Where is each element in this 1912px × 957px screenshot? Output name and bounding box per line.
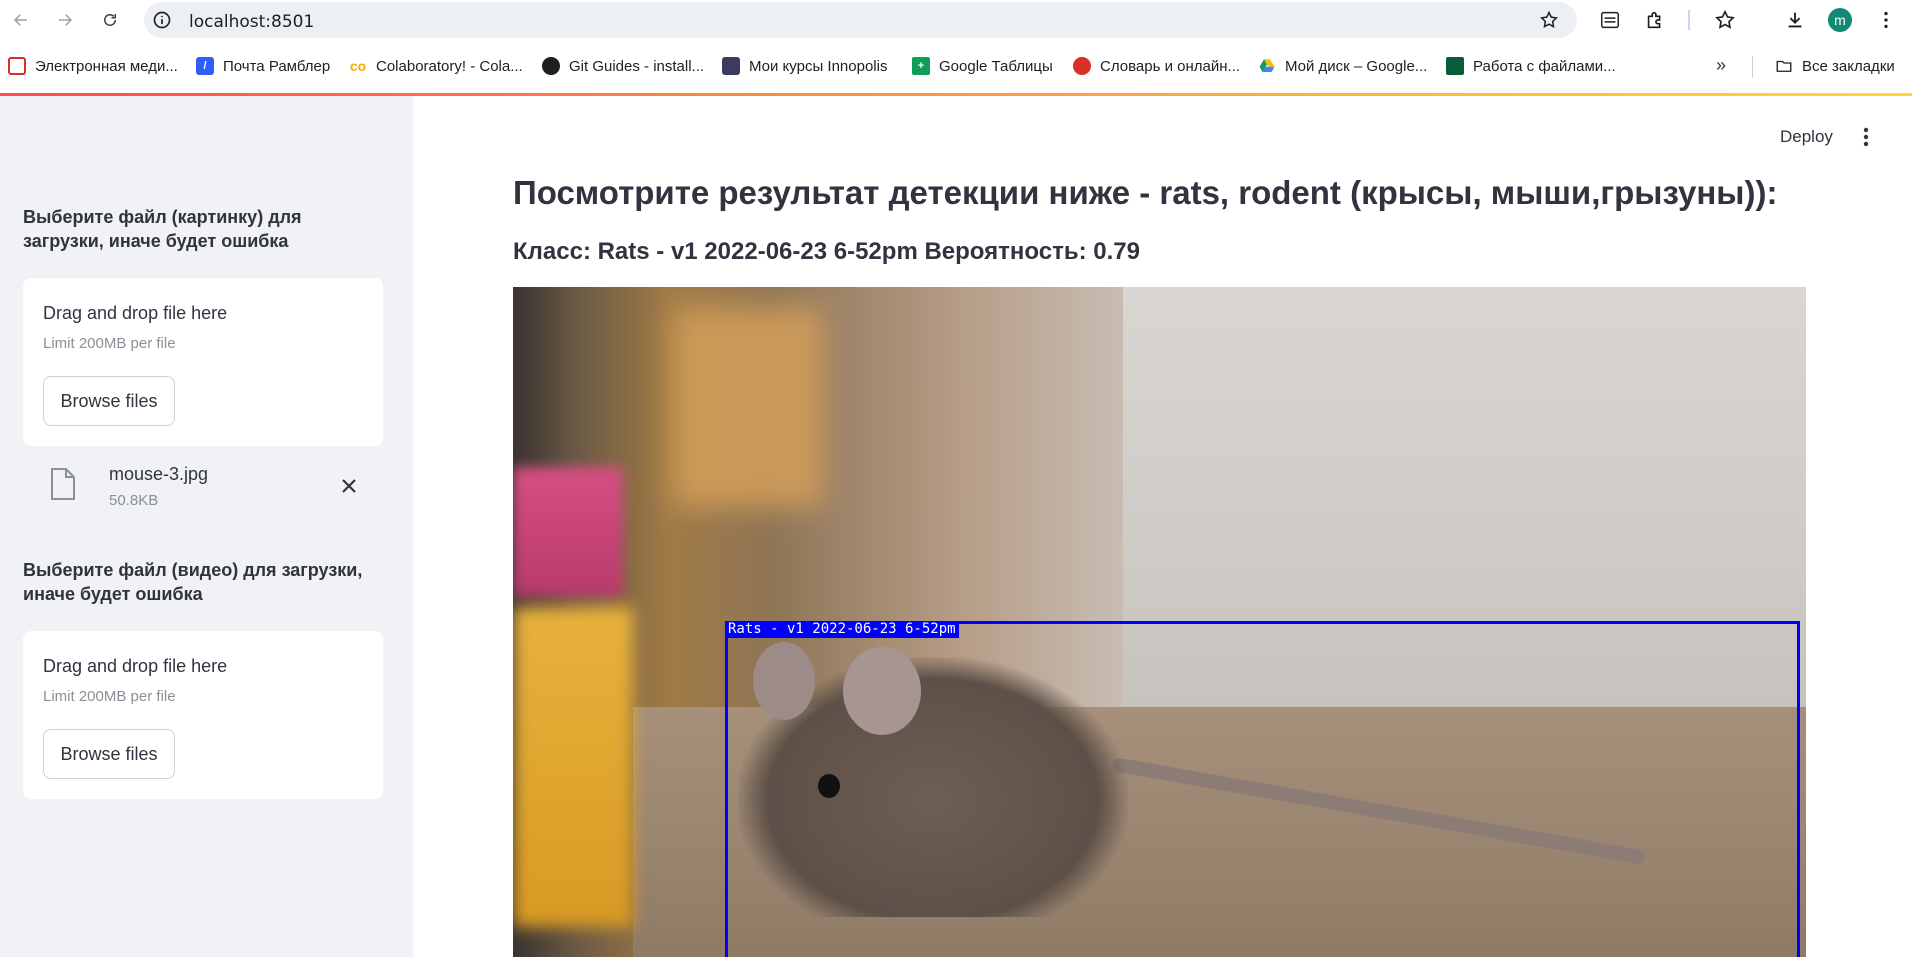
uploaded-file: mouse-3.jpg 50.8KB — [23, 458, 383, 520]
bookmarks-bar: Электронная меди... / Почта Рамблер co C… — [0, 40, 1912, 93]
bookmark-label: Git Guides - install... — [569, 57, 705, 75]
folder-icon — [1775, 57, 1793, 75]
bookmark-item[interactable]: Мои курсы Innopolis — [722, 55, 887, 77]
downloads-icon[interactable] — [1783, 8, 1807, 32]
browser-menu-icon[interactable] — [1874, 8, 1898, 32]
bookmark-label: Почта Рамблер — [223, 57, 331, 75]
bookmark-label: Электронная меди... — [35, 57, 178, 75]
dropzone-limit: Limit 200MB per file — [43, 335, 176, 352]
file-icon — [51, 468, 75, 500]
extension-new-icon[interactable] — [1598, 8, 1622, 32]
rambler-icon: / — [196, 57, 214, 75]
url-text[interactable]: localhost:8501 — [189, 12, 314, 32]
bookmark-label: Google Таблицы — [939, 57, 1053, 75]
file-name: mouse-3.jpg — [109, 464, 209, 484]
image-dropzone[interactable]: Drag and drop file here Limit 200MB per … — [23, 278, 383, 446]
bookmark-item[interactable]: Мой диск – Google... — [1258, 55, 1427, 77]
browse-files-button[interactable]: Browse files — [43, 376, 175, 426]
page-title: Посмотрите результат детекции ниже - rat… — [513, 174, 1778, 211]
deploy-button[interactable]: Deploy — [1780, 127, 1833, 147]
bookmark-item[interactable]: Электронная меди... — [8, 55, 178, 77]
profile-avatar[interactable]: m — [1828, 8, 1852, 32]
forward-icon[interactable] — [54, 9, 76, 31]
bookmark-item[interactable]: Работа с файлами... — [1446, 55, 1616, 77]
bookmark-label: Мой диск – Google... — [1285, 57, 1428, 75]
sidebar: Выберите файл (картинку) для загрузки, и… — [0, 96, 413, 957]
remove-file-close-icon[interactable] — [339, 476, 359, 496]
all-bookmarks-label: Все закладки — [1802, 57, 1895, 75]
file-size: 50.8KB — [109, 492, 159, 509]
bookmark-label: Colaboratory! - Cola... — [376, 57, 523, 75]
dropzone-limit: Limit 200MB per file — [43, 688, 176, 705]
reload-icon[interactable] — [99, 9, 121, 31]
bookmark-label: Работа с файлами... — [1473, 57, 1616, 75]
bookmark-item[interactable]: co Colaboratory! - Cola... — [349, 55, 523, 77]
detection-image: Rats - v1 2022-06-23 6-52pm — [513, 287, 1806, 957]
bookmark-label: Словарь и онлайн... — [1100, 57, 1240, 75]
address-bar[interactable]: localhost:8501 — [144, 2, 1577, 38]
image-blur — [513, 467, 623, 597]
app-menu-icon[interactable] — [1855, 124, 1877, 150]
dictionary-icon — [1073, 57, 1091, 75]
browse-files-button[interactable]: Browse files — [43, 729, 175, 779]
toolbar-separator — [1688, 10, 1690, 30]
extensions-puzzle-icon[interactable] — [1643, 8, 1667, 32]
files-icon — [1446, 57, 1464, 75]
video-uploader-label: Выберите файл (видео) для загрузки, инач… — [23, 560, 363, 604]
bookmark-item[interactable]: + Google Таблицы — [912, 55, 1053, 77]
google-drive-icon — [1258, 57, 1276, 75]
dropzone-title: Drag and drop file here — [43, 303, 228, 323]
site-info-icon[interactable] — [152, 10, 172, 30]
detection-bounding-box — [725, 621, 1800, 957]
more-bookmarks-chevron-icon[interactable]: » — [1716, 55, 1726, 76]
detection-box-label: Rats - v1 2022-06-23 6-52pm — [725, 621, 959, 638]
innopolis-icon — [722, 57, 740, 75]
reading-list-star-icon[interactable] — [1713, 8, 1737, 32]
all-bookmarks[interactable]: Все закладки — [1775, 55, 1895, 77]
colab-icon: co — [349, 58, 367, 74]
browser-toolbar: localhost:8501 m — [0, 0, 1912, 40]
image-uploader-label: Выберите файл (картинку) для загрузки, и… — [23, 207, 302, 251]
image-blur — [513, 607, 633, 927]
google-sheets-icon: + — [912, 57, 930, 75]
back-icon[interactable] — [10, 9, 32, 31]
bookmark-item[interactable]: Словарь и онлайн... — [1073, 55, 1240, 77]
github-icon — [542, 57, 560, 75]
video-dropzone[interactable]: Drag and drop file here Limit 200MB per … — [23, 631, 383, 799]
bookmarks-separator — [1752, 56, 1753, 78]
bookmark-item[interactable]: Git Guides - install... — [542, 55, 704, 77]
dropzone-title: Drag and drop file here — [43, 656, 228, 676]
image-blur — [673, 307, 823, 507]
detection-result: Класс: Rats - v1 2022-06-23 6-52pm Вероя… — [513, 238, 1140, 265]
bookmark-red-icon — [8, 57, 26, 75]
bookmark-item[interactable]: / Почта Рамблер — [196, 55, 330, 77]
bookmark-star-icon[interactable] — [1539, 10, 1559, 30]
bookmark-label: Мои курсы Innopolis — [749, 57, 888, 75]
